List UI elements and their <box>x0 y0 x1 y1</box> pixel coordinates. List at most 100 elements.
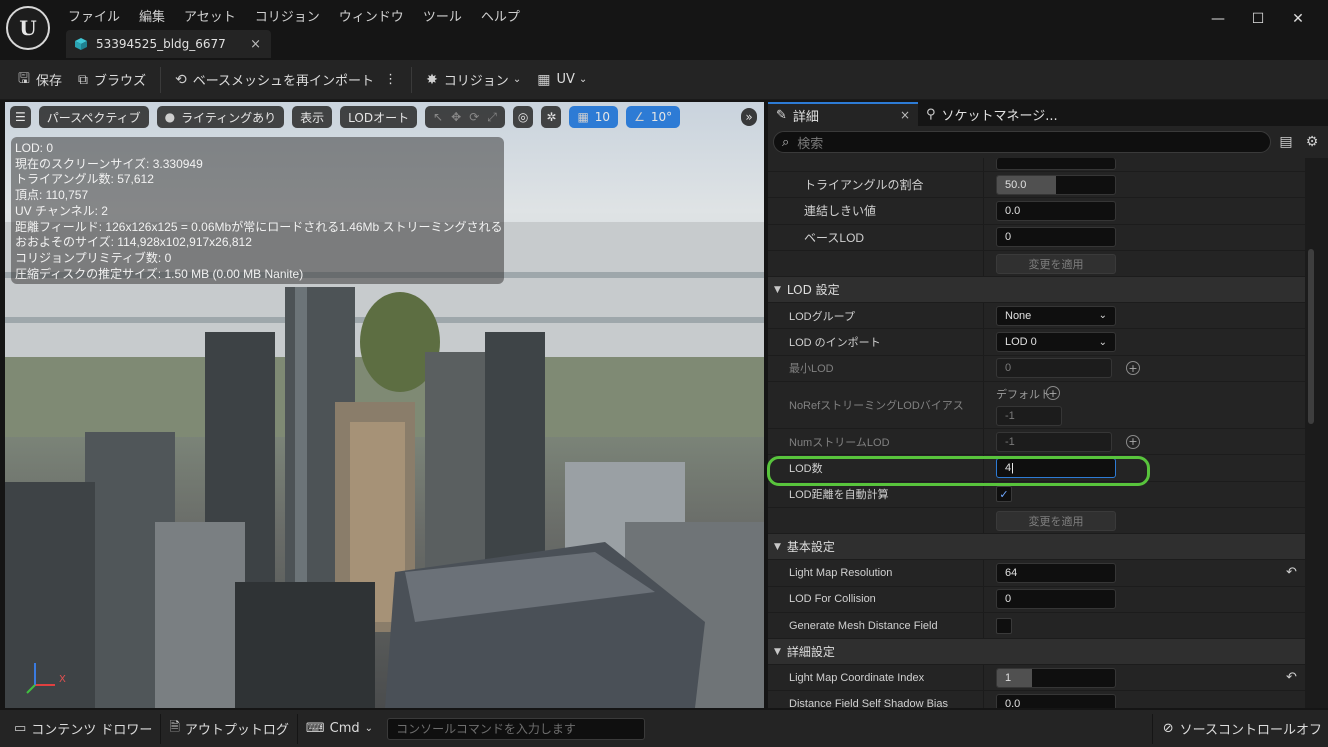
close-tab-icon[interactable]: × <box>250 37 261 52</box>
reimport-button[interactable]: ⟲ ベースメッシュを再インポート ⋮ <box>167 66 405 94</box>
content-drawer-button[interactable]: ▭ コンテンツ ドロワー <box>6 713 162 744</box>
unreal-logo[interactable]: U <box>6 6 50 50</box>
reset-to-default-icon[interactable]: ↶ <box>1286 670 1297 685</box>
save-button[interactable]: 🖫 保存 <box>10 66 70 94</box>
stat-disk-size: 圧縮ディスクの推定サイズ: 1.50 MB (0.00 MB Nanite) <box>15 266 304 281</box>
close-tab-icon[interactable]: × <box>900 108 910 122</box>
mesh-viewport[interactable]: ☰ パースペクティブ ● ライティングあり 表示 LODオート ↖ ✥ ⟳ ⤢ ◎… <box>5 102 764 708</box>
select-icon[interactable]: ↖ <box>433 110 443 124</box>
lod-for-collision-value: 0 <box>1005 593 1012 606</box>
source-control-button[interactable]: ⊘ ソースコントロールオフ <box>1151 713 1322 744</box>
min-lod-field: 0 <box>996 358 1112 379</box>
light-map-coord-slider[interactable]: 1 <box>996 667 1116 688</box>
scale-icon[interactable]: ⤢ <box>487 110 497 125</box>
row-min-lod: 最小LOD 0 + <box>768 355 1305 383</box>
lod-for-collision-field[interactable]: 0 <box>996 589 1116 610</box>
collapse-triangle-icon: ▼ <box>774 541 781 552</box>
category-lod-settings[interactable]: ▼ LOD 設定 <box>768 277 1305 304</box>
move-icon[interactable]: ✥ <box>451 110 461 124</box>
show-button[interactable]: 表示 <box>292 106 333 128</box>
details-search-input[interactable]: ⌕ 検索 <box>773 131 1271 153</box>
column-divider <box>983 691 984 708</box>
add-override-icon[interactable]: + <box>1126 361 1140 376</box>
uv-dropdown[interactable]: ▦ UV ⌄ <box>529 66 595 94</box>
hamburger-icon: ☰ <box>15 110 26 124</box>
cmd-dropdown[interactable]: ⌨ Cmd ⌄ <box>298 714 381 744</box>
angle-snap-button[interactable]: ∠ 10° <box>626 106 681 128</box>
table-view-icon[interactable]: ▤ <box>1275 134 1297 150</box>
static-mesh-icon <box>75 38 87 50</box>
add-platform-override-icon[interactable]: + <box>1046 386 1060 401</box>
auto-compute-lod-checkbox[interactable]: ✓ <box>996 486 1012 503</box>
asset-tab[interactable]: 53394525_bldg_6677 × <box>66 30 271 58</box>
advanced-settings-header: 詳細設定 <box>786 645 835 660</box>
lod-label: LODオート <box>348 110 410 125</box>
category-general-settings[interactable]: ▼ 基本設定 <box>768 534 1305 561</box>
apply-changes-button[interactable]: 変更を適用 <box>996 253 1116 274</box>
angle-icon: ∠ <box>634 110 645 124</box>
menu-tools[interactable]: ツール <box>415 4 470 27</box>
menu-window[interactable]: ウィンドウ <box>331 4 412 27</box>
column-divider <box>983 250 984 277</box>
df-shadow-bias-field[interactable]: 0.0 <box>996 694 1116 708</box>
add-override-icon[interactable]: + <box>1126 434 1140 449</box>
stat-distance-field: 距離フィールド: 126x126x125 = 0.06Mbが常にロードされる1.… <box>15 219 503 234</box>
row-lod-for-collision: LOD For Collision 0 <box>768 586 1305 613</box>
world-local-toggle[interactable]: ◎ <box>512 106 534 128</box>
menu-asset[interactable]: アセット <box>176 4 244 27</box>
tab-details[interactable]: ✎ 詳細 × <box>768 102 918 126</box>
menu-edit[interactable]: 編集 <box>131 4 173 27</box>
base-lod-value: 0 <box>1005 231 1012 244</box>
perspective-label: パースペクティブ <box>46 110 141 125</box>
perspective-button[interactable]: パースペクティブ <box>38 106 149 128</box>
tab-socket-manager[interactable]: ⚲ ソケットマネージ... <box>918 102 1066 126</box>
lod-import-dropdown[interactable]: LOD 0 ⌄ <box>996 332 1116 353</box>
viewport-menu-button[interactable]: ☰ <box>10 106 31 128</box>
row-triangle-ratio: トライアングルの割合 50.0 <box>768 172 1305 199</box>
light-map-resolution-field[interactable]: 64 <box>996 562 1116 583</box>
transform-tools: ↖ ✥ ⟳ ⤢ <box>425 106 505 128</box>
tab-socket-label: ソケットマネージ... <box>941 108 1058 124</box>
menu-file[interactable]: ファイル <box>60 4 128 27</box>
base-lod-field[interactable]: 0 <box>996 227 1116 248</box>
browse-button[interactable]: ⧉ ブラウズ <box>70 66 154 94</box>
row-df-shadow-bias: Distance Field Self Shadow Bias 0.0 <box>768 691 1305 708</box>
generate-mesh-df-checkbox[interactable] <box>996 617 1012 634</box>
close-window-icon[interactable]: ✕ <box>1278 6 1318 32</box>
apply-changes-button[interactable]: 変更を適用 <box>996 510 1116 531</box>
grid-snap-button[interactable]: ▦ 10 <box>569 106 619 128</box>
minimize-icon[interactable]: — <box>1198 6 1238 32</box>
gear-icon[interactable]: ⚙ <box>1301 134 1323 150</box>
viewport-more-button[interactable]: » <box>741 108 757 126</box>
partial-row <box>768 158 1305 172</box>
collision-dropdown[interactable]: ✸ コリジョン ⌄ <box>418 66 529 94</box>
details-panel: ✎ 詳細 × ⚲ ソケットマネージ... ⌕ 検索 ▤ ⚙ トライアングルの割合… <box>768 102 1328 708</box>
weld-threshold-field[interactable]: 0.0 <box>996 200 1116 221</box>
menu-collision[interactable]: コリジョン <box>247 4 328 27</box>
category-advanced-settings[interactable]: ▼ 詳細設定 <box>768 639 1305 666</box>
light-map-resolution-label: Light Map Resolution <box>789 566 893 579</box>
lit-sphere-icon: ● <box>164 110 176 124</box>
rotate-icon[interactable]: ⟳ <box>469 110 479 124</box>
column-divider <box>983 158 984 171</box>
more-options-icon[interactable]: ⋮ <box>384 72 397 87</box>
lod-button[interactable]: LODオート <box>340 106 418 128</box>
lod-group-dropdown[interactable]: None ⌄ <box>996 305 1116 326</box>
surface-snap-button[interactable]: ✲ <box>541 106 562 128</box>
maximize-icon[interactable]: ☐ <box>1238 6 1278 32</box>
output-log-button[interactable]: 🗎 アウトプットログ <box>161 713 298 744</box>
lod-group-label: LODグループ <box>789 310 855 323</box>
df-shadow-bias-label: Distance Field Self Shadow Bias <box>789 698 948 708</box>
stat-lod: LOD: 0 <box>15 141 54 155</box>
details-scrollbar[interactable] <box>1308 249 1314 424</box>
collision-label: コリジョン <box>443 74 509 89</box>
triangle-ratio-slider[interactable]: 50.0 <box>996 174 1116 195</box>
reset-to-default-icon[interactable]: ↶ <box>1286 565 1297 580</box>
lighting-button[interactable]: ● ライティングあり <box>156 106 285 128</box>
menu-help[interactable]: ヘルプ <box>473 4 528 27</box>
bottom-bar: ▭ コンテンツ ドロワー 🗎 アウトプットログ ⌨ Cmd ⌄ コンソールコマン… <box>0 709 1328 747</box>
viewport-toolbar: ☰ パースペクティブ ● ライティングあり 表示 LODオート ↖ ✥ ⟳ ⤢ ◎… <box>10 106 688 128</box>
num-stream-lod-field: -1 <box>996 431 1112 452</box>
console-input[interactable]: コンソールコマンドを入力します <box>387 717 646 740</box>
output-log-label: アウトプットログ <box>184 723 289 738</box>
